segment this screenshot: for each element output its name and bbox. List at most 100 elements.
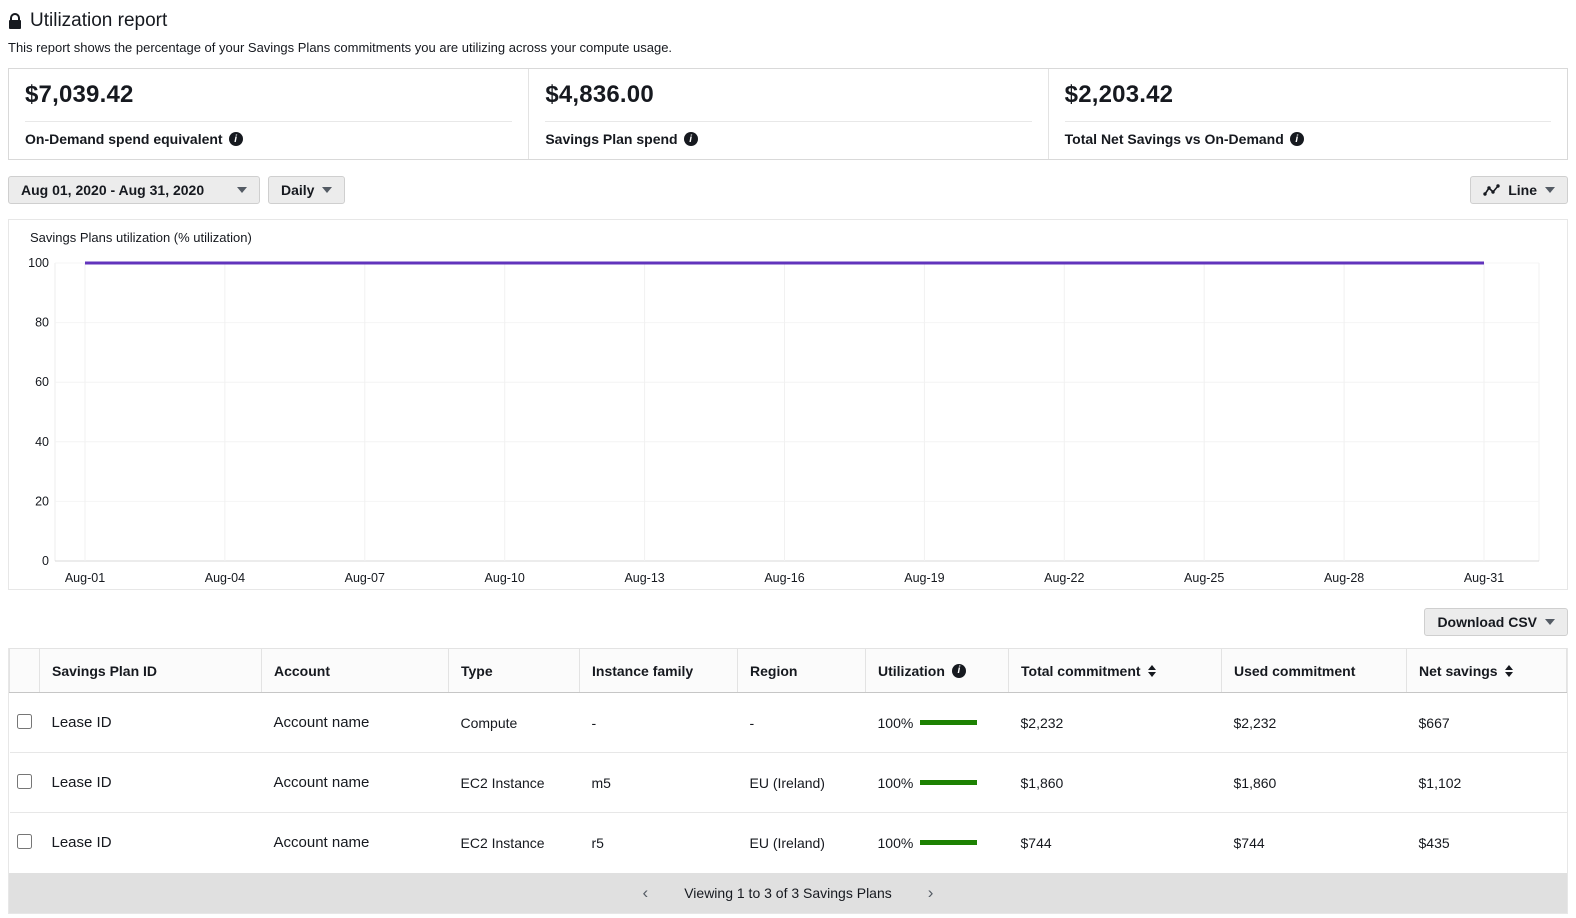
card-label: Savings Plan spend bbox=[545, 131, 677, 147]
header-total-commitment[interactable]: Total commitment bbox=[1009, 649, 1222, 693]
cell-type: Compute bbox=[449, 693, 580, 753]
utilization-chart-panel: Savings Plans utilization (% utilization… bbox=[8, 219, 1568, 590]
card-divider bbox=[25, 121, 512, 122]
cell-account: Account name bbox=[262, 693, 449, 753]
row-checkbox[interactable] bbox=[17, 834, 32, 849]
granularity-value: Daily bbox=[281, 182, 314, 198]
header-region: Region bbox=[738, 649, 866, 693]
chart-controls: Aug 01, 2020 - Aug 31, 2020 Daily Line bbox=[8, 176, 1568, 204]
chart-title: Savings Plans utilization (% utilization… bbox=[9, 230, 1567, 245]
lock-icon bbox=[8, 13, 22, 30]
cell-region: EU (Ireland) bbox=[738, 753, 866, 813]
utilization-report-page: Utilization report This report shows the… bbox=[0, 0, 1576, 914]
svg-text:80: 80 bbox=[35, 316, 49, 330]
cell-used-commitment: $1,860 bbox=[1222, 753, 1407, 813]
svg-text:Aug-01: Aug-01 bbox=[65, 571, 105, 585]
cell-utilization: 100% bbox=[878, 775, 914, 791]
cell-savings-plan-id: Lease ID bbox=[40, 693, 262, 753]
header-used-commitment: Used commitment bbox=[1222, 649, 1407, 693]
cell-used-commitment: $2,232 bbox=[1222, 693, 1407, 753]
card-ondemand-spend: $7,039.42 On-Demand spend equivalent i bbox=[9, 69, 528, 159]
page-title: Utilization report bbox=[30, 10, 167, 32]
page-description: This report shows the percentage of your… bbox=[8, 40, 1568, 55]
utilization-bar bbox=[920, 780, 977, 785]
cell-type: EC2 Instance bbox=[449, 753, 580, 813]
info-icon[interactable]: i bbox=[1290, 132, 1304, 146]
svg-text:Aug-04: Aug-04 bbox=[205, 571, 245, 585]
chevron-left-icon[interactable]: ‹ bbox=[643, 884, 649, 901]
svg-text:Aug-19: Aug-19 bbox=[904, 571, 944, 585]
utilization-bar bbox=[920, 840, 977, 845]
savings-plans-table: Savings Plan ID Account Type Instance fa… bbox=[8, 648, 1568, 914]
svg-text:Aug-10: Aug-10 bbox=[485, 571, 525, 585]
cell-net-savings: $667 bbox=[1407, 693, 1567, 753]
download-row: Download CSV bbox=[8, 608, 1568, 636]
cell-total-commitment: $1,860 bbox=[1009, 753, 1222, 813]
header-account: Account bbox=[262, 649, 449, 693]
svg-text:Aug-31: Aug-31 bbox=[1464, 571, 1504, 585]
sort-icon bbox=[1505, 665, 1513, 677]
card-net-savings: $2,203.42 Total Net Savings vs On-Demand… bbox=[1048, 69, 1567, 159]
info-icon[interactable]: i bbox=[229, 132, 243, 146]
cell-savings-plan-id: Lease ID bbox=[40, 753, 262, 813]
svg-text:60: 60 bbox=[35, 375, 49, 389]
svg-text:Aug-07: Aug-07 bbox=[345, 571, 385, 585]
cell-utilization: 100% bbox=[878, 835, 914, 851]
line-chart-icon bbox=[1483, 184, 1500, 197]
info-icon[interactable]: i bbox=[684, 132, 698, 146]
card-label: Total Net Savings vs On-Demand bbox=[1065, 131, 1284, 147]
svg-text:40: 40 bbox=[35, 435, 49, 449]
cell-type: EC2 Instance bbox=[449, 813, 580, 873]
header-instance-family: Instance family bbox=[580, 649, 738, 693]
utilization-bar bbox=[920, 720, 977, 725]
info-icon[interactable]: i bbox=[952, 664, 966, 678]
cell-net-savings: $435 bbox=[1407, 813, 1567, 873]
card-value: $4,836.00 bbox=[545, 81, 1031, 109]
download-csv-button[interactable]: Download CSV bbox=[1424, 608, 1568, 636]
svg-text:Aug-25: Aug-25 bbox=[1184, 571, 1224, 585]
chevron-down-icon bbox=[322, 187, 332, 193]
svg-text:20: 20 bbox=[35, 494, 49, 508]
row-checkbox[interactable] bbox=[17, 774, 32, 789]
svg-text:Aug-22: Aug-22 bbox=[1044, 571, 1084, 585]
cell-instance-family: m5 bbox=[580, 753, 738, 813]
chart-type-dropdown[interactable]: Line bbox=[1470, 176, 1568, 204]
cell-total-commitment: $744 bbox=[1009, 813, 1222, 873]
table-row: Lease ID Account name EC2 Instance m5 EU… bbox=[10, 753, 1567, 813]
cell-net-savings: $1,102 bbox=[1407, 753, 1567, 813]
cell-account: Account name bbox=[262, 813, 449, 873]
date-range-dropdown[interactable]: Aug 01, 2020 - Aug 31, 2020 bbox=[8, 176, 260, 204]
svg-text:Aug-16: Aug-16 bbox=[764, 571, 804, 585]
svg-text:Aug-28: Aug-28 bbox=[1324, 571, 1364, 585]
svg-text:100: 100 bbox=[28, 256, 49, 270]
pagination-label: Viewing 1 to 3 of 3 Savings Plans bbox=[684, 885, 892, 901]
chart-type-value: Line bbox=[1508, 182, 1537, 198]
header-checkbox-cell bbox=[10, 649, 40, 693]
utilization-line-chart: 0 20 40 60 80 100 Aug-01 Aug-04 Aug-07 Aug-10 Aug-… bbox=[9, 250, 1567, 590]
cell-total-commitment: $2,232 bbox=[1009, 693, 1222, 753]
cell-utilization: 100% bbox=[878, 715, 914, 731]
svg-text:0: 0 bbox=[42, 554, 49, 568]
date-range-value: Aug 01, 2020 - Aug 31, 2020 bbox=[21, 182, 204, 198]
cell-region: - bbox=[738, 693, 866, 753]
row-checkbox[interactable] bbox=[17, 714, 32, 729]
chevron-down-icon bbox=[1545, 187, 1555, 193]
header-type: Type bbox=[449, 649, 580, 693]
card-label: On-Demand spend equivalent bbox=[25, 131, 223, 147]
header-savings-plan-id: Savings Plan ID bbox=[40, 649, 262, 693]
table-row: Lease ID Account name Compute - - 100% $… bbox=[10, 693, 1567, 753]
card-divider bbox=[1065, 121, 1551, 122]
sort-icon bbox=[1148, 665, 1156, 677]
table-header-row: Savings Plan ID Account Type Instance fa… bbox=[10, 649, 1567, 693]
granularity-dropdown[interactable]: Daily bbox=[268, 176, 345, 204]
cell-instance-family: r5 bbox=[580, 813, 738, 873]
card-savings-plan-spend: $4,836.00 Savings Plan spend i bbox=[528, 69, 1047, 159]
chevron-right-icon[interactable]: › bbox=[928, 884, 934, 901]
card-value: $7,039.42 bbox=[25, 81, 512, 109]
card-divider bbox=[545, 121, 1031, 122]
download-csv-label: Download CSV bbox=[1437, 614, 1537, 630]
header-net-savings[interactable]: Net savings bbox=[1407, 649, 1567, 693]
card-value: $2,203.42 bbox=[1065, 81, 1551, 109]
summary-cards: $7,039.42 On-Demand spend equivalent i $… bbox=[8, 68, 1568, 160]
chevron-down-icon bbox=[1545, 619, 1555, 625]
